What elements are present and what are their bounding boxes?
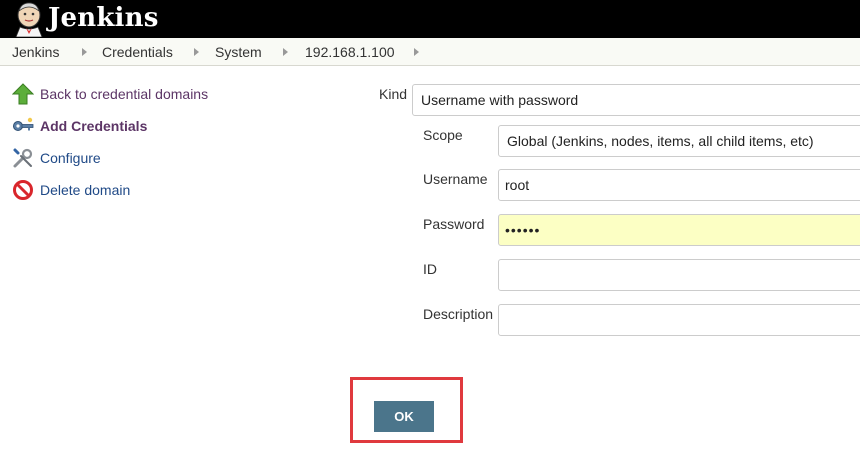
username-value: root: [505, 177, 530, 193]
wrench-screwdriver-icon: [13, 148, 33, 168]
ok-button[interactable]: OK: [374, 401, 434, 432]
sidebar-item-label[interactable]: Add Credentials: [40, 118, 147, 134]
top-header: Jenkins: [0, 0, 860, 38]
id-label: ID: [423, 261, 437, 277]
scope-select[interactable]: Global (Jenkins, nodes, items, all child…: [498, 125, 860, 157]
breadcrumb-item-domain[interactable]: 192.168.1.100: [305, 44, 395, 60]
breadcrumb-chevron-icon[interactable]: [82, 48, 87, 56]
no-entry-icon: [13, 180, 33, 200]
password-label: Password: [423, 216, 485, 232]
breadcrumb-item-jenkins[interactable]: Jenkins: [12, 44, 59, 60]
key-icon: [13, 117, 34, 131]
description-label: Description: [423, 306, 494, 322]
breadcrumb-item-system[interactable]: System: [215, 44, 262, 60]
green-up-arrow-icon: [12, 83, 34, 105]
sidebar-item-label[interactable]: Delete domain: [40, 182, 130, 198]
sidebar-item-back[interactable]: Back to credential domains: [12, 83, 208, 105]
brand-title[interactable]: Jenkins: [48, 1, 159, 35]
scope-select-value: Global (Jenkins, nodes, items, all child…: [507, 133, 814, 149]
username-label: Username: [423, 171, 488, 187]
password-field[interactable]: ••••••: [498, 214, 860, 246]
sidebar-item-configure[interactable]: Configure: [12, 147, 101, 169]
scope-label: Scope: [423, 127, 463, 143]
description-field[interactable]: [498, 304, 860, 336]
breadcrumb-chevron-icon[interactable]: [283, 48, 288, 56]
sidebar-item-label[interactable]: Configure: [40, 150, 101, 166]
breadcrumb-item-credentials[interactable]: Credentials: [102, 44, 173, 60]
breadcrumb: Jenkins Credentials System 192.168.1.100: [0, 38, 860, 66]
username-field[interactable]: root: [498, 169, 860, 201]
kind-select[interactable]: Username with password: [412, 84, 860, 116]
jenkins-butler-icon[interactable]: [12, 1, 46, 37]
kind-label: Kind: [379, 86, 408, 102]
breadcrumb-chevron-icon[interactable]: [414, 48, 419, 56]
sidebar-item-delete-domain[interactable]: Delete domain: [12, 179, 130, 201]
id-field[interactable]: [498, 259, 860, 291]
sidebar-item-add-credentials[interactable]: Add Credentials: [12, 115, 147, 137]
password-value: ••••••: [505, 222, 541, 238]
breadcrumb-chevron-icon[interactable]: [194, 48, 199, 56]
kind-select-value: Username with password: [421, 92, 579, 108]
sidebar-item-label[interactable]: Back to credential domains: [40, 86, 208, 102]
